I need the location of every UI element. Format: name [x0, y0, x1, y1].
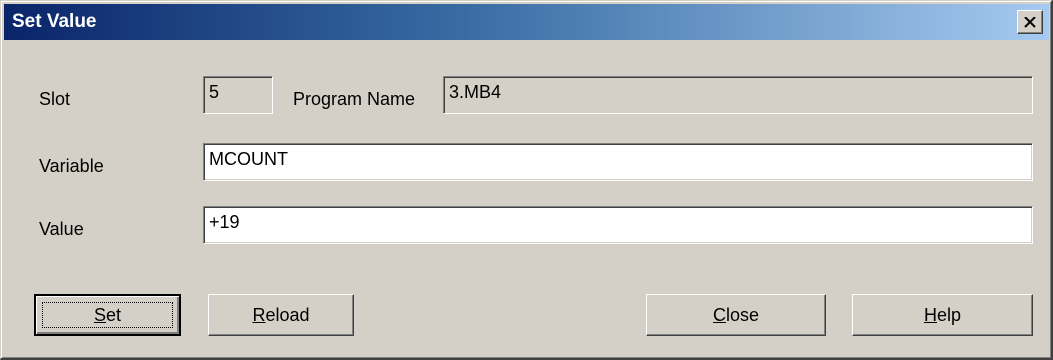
program-name-field: 3.MB4	[443, 76, 1033, 114]
help-button[interactable]: Help	[852, 294, 1033, 336]
set-button[interactable]: Set	[34, 294, 181, 336]
reload-button[interactable]: Reload	[208, 294, 354, 336]
reload-button-label: Reload	[252, 304, 310, 325]
set-value-dialog: Set Value Slot 5 Program Name 3.MB4 Vari…	[0, 0, 1053, 360]
close-button[interactable]: Close	[646, 294, 826, 336]
focus-rectangle	[42, 302, 173, 328]
variable-label: Variable	[39, 156, 104, 176]
value-input[interactable]: +19	[203, 206, 1033, 244]
close-button-label: Close	[712, 304, 760, 325]
slot-field: 5	[203, 76, 273, 114]
value-label: Value	[39, 219, 84, 239]
variable-input[interactable]: MCOUNT	[203, 143, 1033, 181]
window-title: Set Value	[12, 11, 97, 32]
slot-label: Slot	[39, 89, 71, 109]
title-close-button[interactable]	[1017, 10, 1043, 34]
close-icon	[1024, 16, 1036, 28]
title-bar[interactable]: Set Value	[4, 4, 1049, 40]
help-button-label: Help	[923, 304, 962, 325]
program-name-label: Program Name	[293, 89, 416, 109]
